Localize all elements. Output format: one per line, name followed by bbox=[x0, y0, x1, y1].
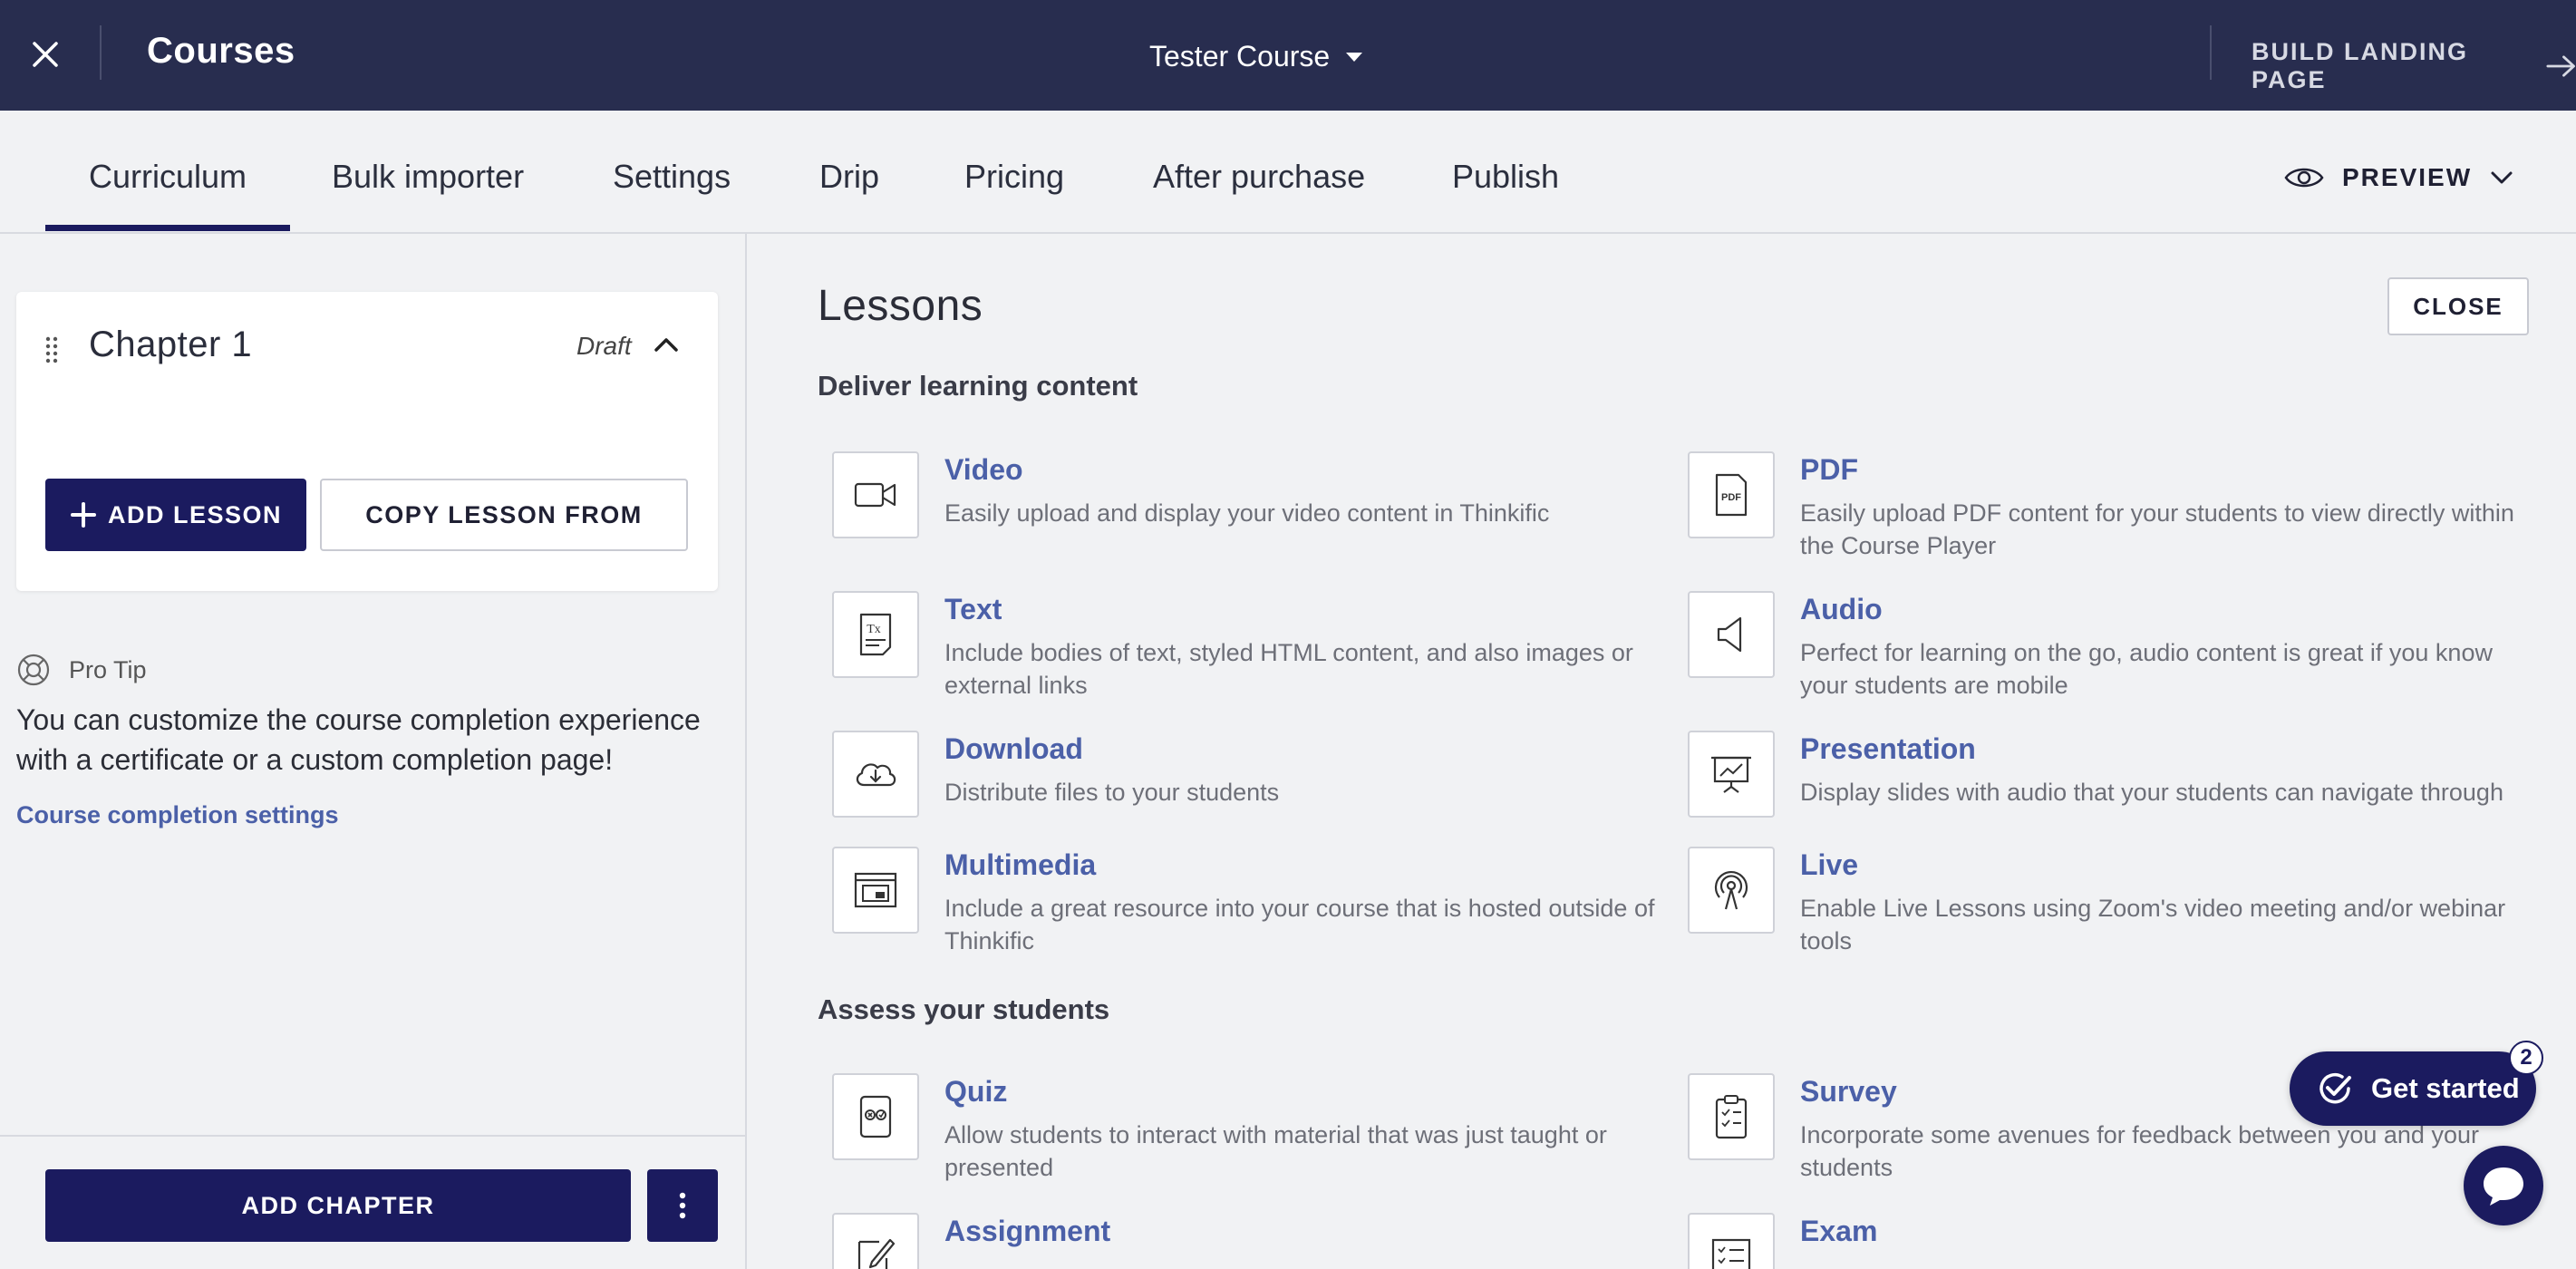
cloud-download-icon bbox=[832, 731, 919, 818]
add-lesson-button[interactable]: ADD LESSON bbox=[45, 479, 306, 551]
chevron-up-icon[interactable] bbox=[651, 334, 682, 355]
lesson-type-desc: Easily upload PDF content for your stude… bbox=[1800, 499, 2514, 559]
course-name: Tester Course bbox=[1149, 40, 1331, 73]
preview-label: PREVIEW bbox=[2342, 163, 2473, 191]
svg-text:Tx: Tx bbox=[867, 623, 881, 636]
course-selector[interactable]: Tester Course bbox=[1149, 40, 1363, 73]
copy-lesson-from-button[interactable]: COPY LESSON FROM bbox=[320, 479, 688, 551]
lesson-type-name: Multimedia bbox=[944, 848, 1097, 881]
drag-handle-icon[interactable] bbox=[44, 335, 60, 364]
chat-button[interactable] bbox=[2464, 1146, 2543, 1225]
lesson-type-name: Presentation bbox=[1800, 732, 1976, 765]
tab-publish[interactable]: Publish bbox=[1452, 158, 1559, 196]
pro-tip-text: You can customize the course completion … bbox=[16, 703, 701, 776]
add-lesson-label: ADD LESSON bbox=[107, 500, 283, 528]
section-heading-deliver: Deliver learning content bbox=[818, 370, 1138, 402]
caret-down-icon bbox=[1346, 52, 1363, 62]
pro-tip-heading: Pro Tip bbox=[16, 653, 147, 687]
notification-badge: 2 bbox=[2509, 1041, 2543, 1075]
pro-tip-label: Pro Tip bbox=[69, 655, 147, 683]
get-started-label: Get started bbox=[2371, 1072, 2520, 1104]
active-tab-indicator bbox=[45, 225, 290, 231]
speaker-icon bbox=[1688, 591, 1775, 678]
divider bbox=[2210, 25, 2212, 80]
pencil-paper-icon bbox=[832, 1213, 919, 1269]
exam-list-icon bbox=[1688, 1213, 1775, 1269]
tab-after-purchase[interactable]: After purchase bbox=[1153, 158, 1365, 196]
status-badge: Draft bbox=[576, 332, 632, 360]
lesson-type-name: Quiz bbox=[944, 1075, 1008, 1108]
tab-bar: Curriculum Bulk importer Settings Drip P… bbox=[0, 111, 2576, 234]
tab-pricing[interactable]: Pricing bbox=[964, 158, 1064, 196]
lesson-type-name: Audio bbox=[1800, 593, 1883, 625]
text-doc-icon: Tx bbox=[832, 591, 919, 678]
svg-text:PDF: PDF bbox=[1721, 492, 1741, 503]
lesson-type-desc: Include a great resource into your cours… bbox=[944, 895, 1655, 954]
lesson-type-name: Assignment bbox=[944, 1215, 1111, 1247]
divider bbox=[100, 25, 102, 80]
lessons-title: Lessons bbox=[818, 282, 983, 330]
clipboard-checklist-icon bbox=[1688, 1073, 1775, 1160]
close-button[interactable]: CLOSE bbox=[2387, 277, 2529, 335]
page-title: Courses bbox=[147, 31, 295, 71]
section-heading-assess: Assess your students bbox=[818, 993, 1110, 1025]
lesson-type-desc: Include bodies of text, styled HTML cont… bbox=[944, 639, 1633, 699]
lesson-type-name: Exam bbox=[1800, 1215, 1878, 1247]
chevron-down-icon bbox=[2491, 171, 2513, 184]
lesson-type-name: Live bbox=[1800, 848, 1859, 881]
lesson-type-name: Video bbox=[944, 453, 1023, 486]
tab-bulk-importer[interactable]: Bulk importer bbox=[332, 158, 524, 196]
lesson-type-desc: Allow students to interact with material… bbox=[944, 1121, 1607, 1181]
check-circle-icon bbox=[2319, 1072, 2351, 1104]
video-camera-icon bbox=[832, 451, 919, 538]
sidebar-footer: ADD CHAPTER bbox=[0, 1135, 745, 1269]
lesson-type-name: Survey bbox=[1800, 1075, 1897, 1108]
chapter-title[interactable]: Chapter 1 bbox=[89, 325, 252, 365]
quiz-icon bbox=[832, 1073, 919, 1160]
more-options-button[interactable] bbox=[647, 1169, 718, 1242]
add-chapter-button[interactable]: ADD CHAPTER bbox=[45, 1169, 631, 1242]
get-started-button[interactable]: Get started bbox=[2290, 1051, 2536, 1126]
lesson-type-desc: Display slides with audio that your stud… bbox=[1800, 779, 2503, 806]
lifebuoy-icon bbox=[17, 654, 50, 686]
pdf-icon: PDF bbox=[1688, 451, 1775, 538]
presentation-icon bbox=[1688, 731, 1775, 818]
arrow-right-icon bbox=[2546, 55, 2575, 77]
course-completion-settings-link[interactable]: Course completion settings bbox=[16, 801, 339, 829]
chat-bubble-icon bbox=[2484, 1167, 2523, 1206]
tab-drip[interactable]: Drip bbox=[819, 158, 879, 196]
lesson-type-desc: Perfect for learning on the go, audio co… bbox=[1800, 639, 2493, 699]
close-icon[interactable] bbox=[25, 34, 65, 74]
plus-icon bbox=[70, 502, 96, 528]
broadcast-icon bbox=[1688, 847, 1775, 934]
kebab-menu-icon bbox=[679, 1192, 686, 1219]
lesson-type-desc: Easily upload and display your video con… bbox=[944, 499, 1550, 527]
curriculum-sidebar: Chapter 1 Draft ADD LESSON COPY LESSON F… bbox=[0, 234, 747, 1269]
lesson-type-desc: Enable Live Lessons using Zoom's video m… bbox=[1800, 895, 2506, 954]
build-landing-label: BUILD LANDING PAGE bbox=[2252, 38, 2468, 93]
preview-dropdown[interactable]: PREVIEW bbox=[2284, 163, 2513, 192]
lesson-type-name: PDF bbox=[1800, 453, 1858, 486]
lesson-type-desc: Distribute files to your students bbox=[944, 779, 1280, 806]
build-landing-page-button[interactable]: BUILD LANDING PAGE bbox=[2252, 38, 2576, 94]
lesson-type-name: Download bbox=[944, 732, 1083, 765]
multimedia-icon bbox=[832, 847, 919, 934]
top-bar: Courses Tester Course BUILD LANDING PAGE bbox=[0, 0, 2576, 111]
tab-settings[interactable]: Settings bbox=[613, 158, 731, 196]
lesson-type-name: Text bbox=[944, 593, 1002, 625]
lesson-type-desc: Incorporate some avenues for feedback be… bbox=[1800, 1121, 2479, 1181]
tab-curriculum[interactable]: Curriculum bbox=[89, 158, 247, 196]
eye-icon bbox=[2284, 168, 2324, 188]
chapter-card: Chapter 1 Draft ADD LESSON COPY LESSON F… bbox=[16, 292, 718, 591]
